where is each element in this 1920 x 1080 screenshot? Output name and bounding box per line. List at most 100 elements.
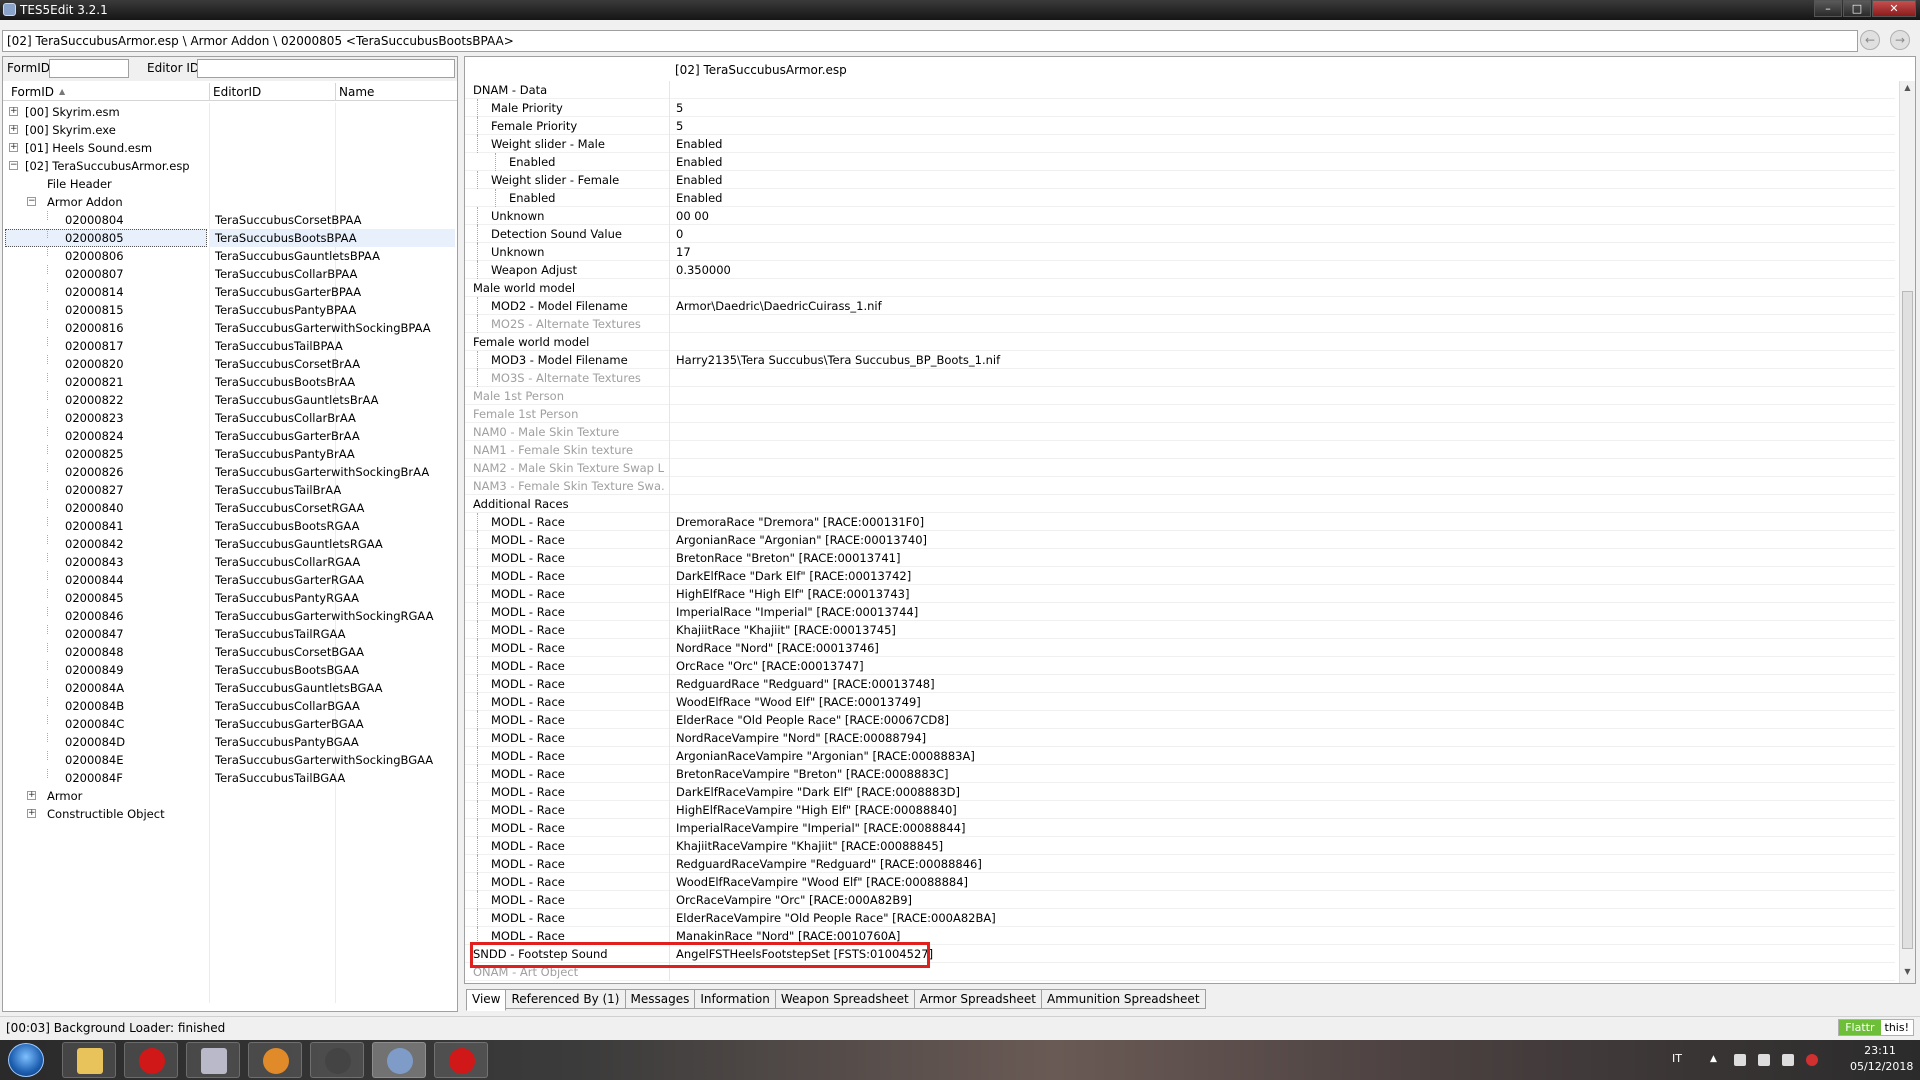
field-row[interactable]: MODL - Race WoodElfRaceVampire "Wood Elf"… — [465, 873, 1895, 891]
tab-view[interactable]: View — [466, 989, 507, 1011]
field-row[interactable]: Weight slider - Female Enabled — [465, 171, 1895, 189]
field-value[interactable]: KhajiitRaceVampire "Khajiit" [RACE:00088… — [676, 837, 943, 855]
tree-record-row[interactable]: 02000820 TeraSuccubusCorsetBrAA — [3, 355, 457, 373]
antivirus-icon[interactable] — [1806, 1054, 1818, 1066]
field-value[interactable]: 00 00 — [676, 207, 709, 225]
tree-record-row[interactable]: 0200084E TeraSuccubusGarterwithSockingBGA… — [3, 751, 457, 769]
scroll-thumb[interactable] — [1902, 291, 1913, 949]
clock[interactable]: 23:11 05/12/2018 — [1850, 1043, 1913, 1075]
tree-record-row[interactable]: 02000845 TeraSuccubusPantyRGAA — [3, 589, 457, 607]
field-row[interactable]: MODL - Race HighElfRace "High Elf" [RACE:… — [465, 585, 1895, 603]
field-row[interactable]: Female 1st Person — [465, 405, 1895, 423]
tree-group-node[interactable]: + Constructible Object — [3, 805, 457, 823]
tree-record-row[interactable]: 02000842 TeraSuccubusGauntletsRGAA — [3, 535, 457, 553]
formid-filter-input[interactable] — [49, 59, 129, 78]
tree-expander-icon[interactable]: + — [9, 143, 18, 152]
field-row[interactable]: MODL - Race DremoraRace "Dremora" [RACE:0… — [465, 513, 1895, 531]
field-row[interactable]: Additional Races — [465, 495, 1895, 513]
editorid-filter-input[interactable] — [197, 59, 455, 78]
field-value[interactable]: 0.350000 — [676, 261, 731, 279]
field-row[interactable]: MODL - Race OrcRaceVampire "Orc" [RACE:00… — [465, 891, 1895, 909]
field-row[interactable]: NAM1 - Female Skin texture — [465, 441, 1895, 459]
field-row[interactable]: Weight slider - Male Enabled — [465, 135, 1895, 153]
field-value[interactable]: Enabled — [676, 171, 722, 189]
field-row[interactable]: MODL - Race RedguardRace "Redguard" [RACE… — [465, 675, 1895, 693]
field-row[interactable]: MODL - Race KhajiitRace "Khajiit" [RACE:0… — [465, 621, 1895, 639]
tree-record-row[interactable]: 02000825 TeraSuccubusPantyBrAA — [3, 445, 457, 463]
flattr-button[interactable]: Flattr this! — [1838, 1019, 1914, 1036]
tree-group-node[interactable]: + Armor — [3, 787, 457, 805]
vertical-scrollbar[interactable]: ▲ ▼ — [1899, 81, 1915, 983]
scroll-down-icon[interactable]: ▼ — [1900, 967, 1915, 981]
tree-record-row[interactable]: 02000844 TeraSuccubusGarterRGAA — [3, 571, 457, 589]
tree-record-row[interactable]: 02000843 TeraSuccubusCollarRGAA — [3, 553, 457, 571]
tree-record-row[interactable]: 02000815 TeraSuccubusPantyBPAA — [3, 301, 457, 319]
tree-file-node[interactable]: + [00] Skyrim.exe — [3, 121, 457, 139]
network-icon[interactable] — [1782, 1054, 1794, 1066]
tree-record-row[interactable]: 02000804 TeraSuccubusCorsetBPAA — [3, 211, 457, 229]
field-row[interactable]: NAM2 - Male Skin Texture Swap L... — [465, 459, 1895, 477]
field-value[interactable]: ArgonianRaceVampire "Argonian" [RACE:000… — [676, 747, 975, 765]
field-row[interactable]: Unknown 00 00 — [465, 207, 1895, 225]
field-row[interactable]: Male Priority 5 — [465, 99, 1895, 117]
field-value[interactable]: Enabled — [676, 189, 722, 207]
field-row[interactable]: Enabled Enabled — [465, 153, 1895, 171]
field-value[interactable]: DarkElfRace "Dark Elf" [RACE:00013742] — [676, 567, 911, 585]
field-row[interactable]: Unknown 17 — [465, 243, 1895, 261]
tree-record-row[interactable]: 02000848 TeraSuccubusCorsetBGAA — [3, 643, 457, 661]
field-value[interactable]: ArgonianRace "Argonian" [RACE:00013740] — [676, 531, 927, 549]
tree-file-node[interactable]: − [02] TeraSuccubusArmor.esp — [3, 157, 457, 175]
field-value[interactable]: BretonRaceVampire "Breton" [RACE:0008883… — [676, 765, 948, 783]
field-value[interactable]: BretonRace "Breton" [RACE:00013741] — [676, 549, 901, 567]
field-value[interactable]: NordRaceVampire "Nord" [RACE:00088794] — [676, 729, 926, 747]
field-row[interactable]: Detection Sound Value 0 — [465, 225, 1895, 243]
field-row[interactable]: NAM0 - Male Skin Texture — [465, 423, 1895, 441]
flag-icon[interactable] — [1758, 1054, 1770, 1066]
tab-weapon-spreadsheet[interactable]: Weapon Spreadsheet — [774, 989, 915, 1009]
tree-record-row[interactable]: 02000846 TeraSuccubusGarterwithSockingRGA… — [3, 607, 457, 625]
tree-record-row[interactable]: 02000817 TeraSuccubusTailBPAA — [3, 337, 457, 355]
tree-record-row[interactable]: 02000821 TeraSuccubusBootsBrAA — [3, 373, 457, 391]
tree-record-row[interactable]: 02000840 TeraSuccubusCorsetRGAA — [3, 499, 457, 517]
field-value[interactable]: HighElfRace "High Elf" [RACE:00013743] — [676, 585, 909, 603]
field-row[interactable]: MODL - Race ElderRace "Old People Race" [… — [465, 711, 1895, 729]
tree-record-row[interactable]: 0200084C TeraSuccubusGarterBGAA — [3, 715, 457, 733]
tree-file-node[interactable]: + [00] Skyrim.esm — [3, 103, 457, 121]
tree-expander-icon[interactable]: + — [9, 125, 18, 134]
tree-expander-icon[interactable]: + — [27, 809, 36, 818]
taskbar-game[interactable] — [248, 1042, 302, 1078]
formid-column-header[interactable]: FormID — [11, 85, 54, 99]
field-row[interactable]: MOD3 - Model Filename Harry2135\Tera Succ… — [465, 351, 1895, 369]
tree-armor-addon-node[interactable]: − Armor Addon — [3, 193, 457, 211]
start-button[interactable] — [8, 1043, 44, 1077]
field-value[interactable]: RedguardRaceVampire "Redguard" [RACE:000… — [676, 855, 982, 873]
tree-file-node[interactable]: + [01] Heels Sound.esm — [3, 139, 457, 157]
volume-icon[interactable] — [1734, 1054, 1746, 1066]
field-row[interactable]: MODL - Race RedguardRaceVampire "Redguard… — [465, 855, 1895, 873]
close-button[interactable]: ✕ — [1872, 0, 1916, 17]
field-row[interactable]: Male world model — [465, 279, 1895, 297]
field-row[interactable]: MODL - Race OrcRace "Orc" [RACE:00013747] — [465, 657, 1895, 675]
tree-file-header-node[interactable]: File Header — [3, 175, 457, 193]
tree-record-row[interactable]: 02000806 TeraSuccubusGauntletsBPAA — [3, 247, 457, 265]
field-row[interactable]: MOD2 - Model Filename Armor\Daedric\Daedr… — [465, 297, 1895, 315]
tree-record-row[interactable]: 02000816 TeraSuccubusGarterwithSockingBPA… — [3, 319, 457, 337]
back-icon[interactable]: ← — [1860, 30, 1880, 50]
tree-expander-icon[interactable]: − — [27, 197, 36, 206]
field-row[interactable]: Female Priority 5 — [465, 117, 1895, 135]
tree-record-row[interactable]: 02000805 TeraSuccubusBootsBPAA — [3, 229, 457, 247]
field-row[interactable]: MODL - Race DarkElfRace "Dark Elf" [RACE:… — [465, 567, 1895, 585]
field-row[interactable]: MODL - Race WoodElfRace "Wood Elf" [RACE:… — [465, 693, 1895, 711]
tree-record-row[interactable]: 0200084B TeraSuccubusCollarBGAA — [3, 697, 457, 715]
field-value[interactable]: NordRace "Nord" [RACE:00013746] — [676, 639, 879, 657]
tree-expander-icon[interactable]: + — [27, 791, 36, 800]
tree-record-row[interactable]: 0200084A TeraSuccubusGauntletsBGAA — [3, 679, 457, 697]
field-row[interactable]: NAM3 - Female Skin Texture Swa... — [465, 477, 1895, 495]
field-row[interactable]: MODL - Race ArgonianRace "Argonian" [RACE… — [465, 531, 1895, 549]
field-row[interactable]: Female world model — [465, 333, 1895, 351]
tree-expander-icon[interactable]: − — [9, 161, 18, 170]
tree-record-row[interactable]: 02000827 TeraSuccubusTailBrAA — [3, 481, 457, 499]
scroll-up-icon[interactable]: ▲ — [1900, 83, 1915, 97]
field-value[interactable]: Enabled — [676, 135, 722, 153]
tray-expand-icon[interactable]: ▲ — [1710, 1054, 1722, 1066]
